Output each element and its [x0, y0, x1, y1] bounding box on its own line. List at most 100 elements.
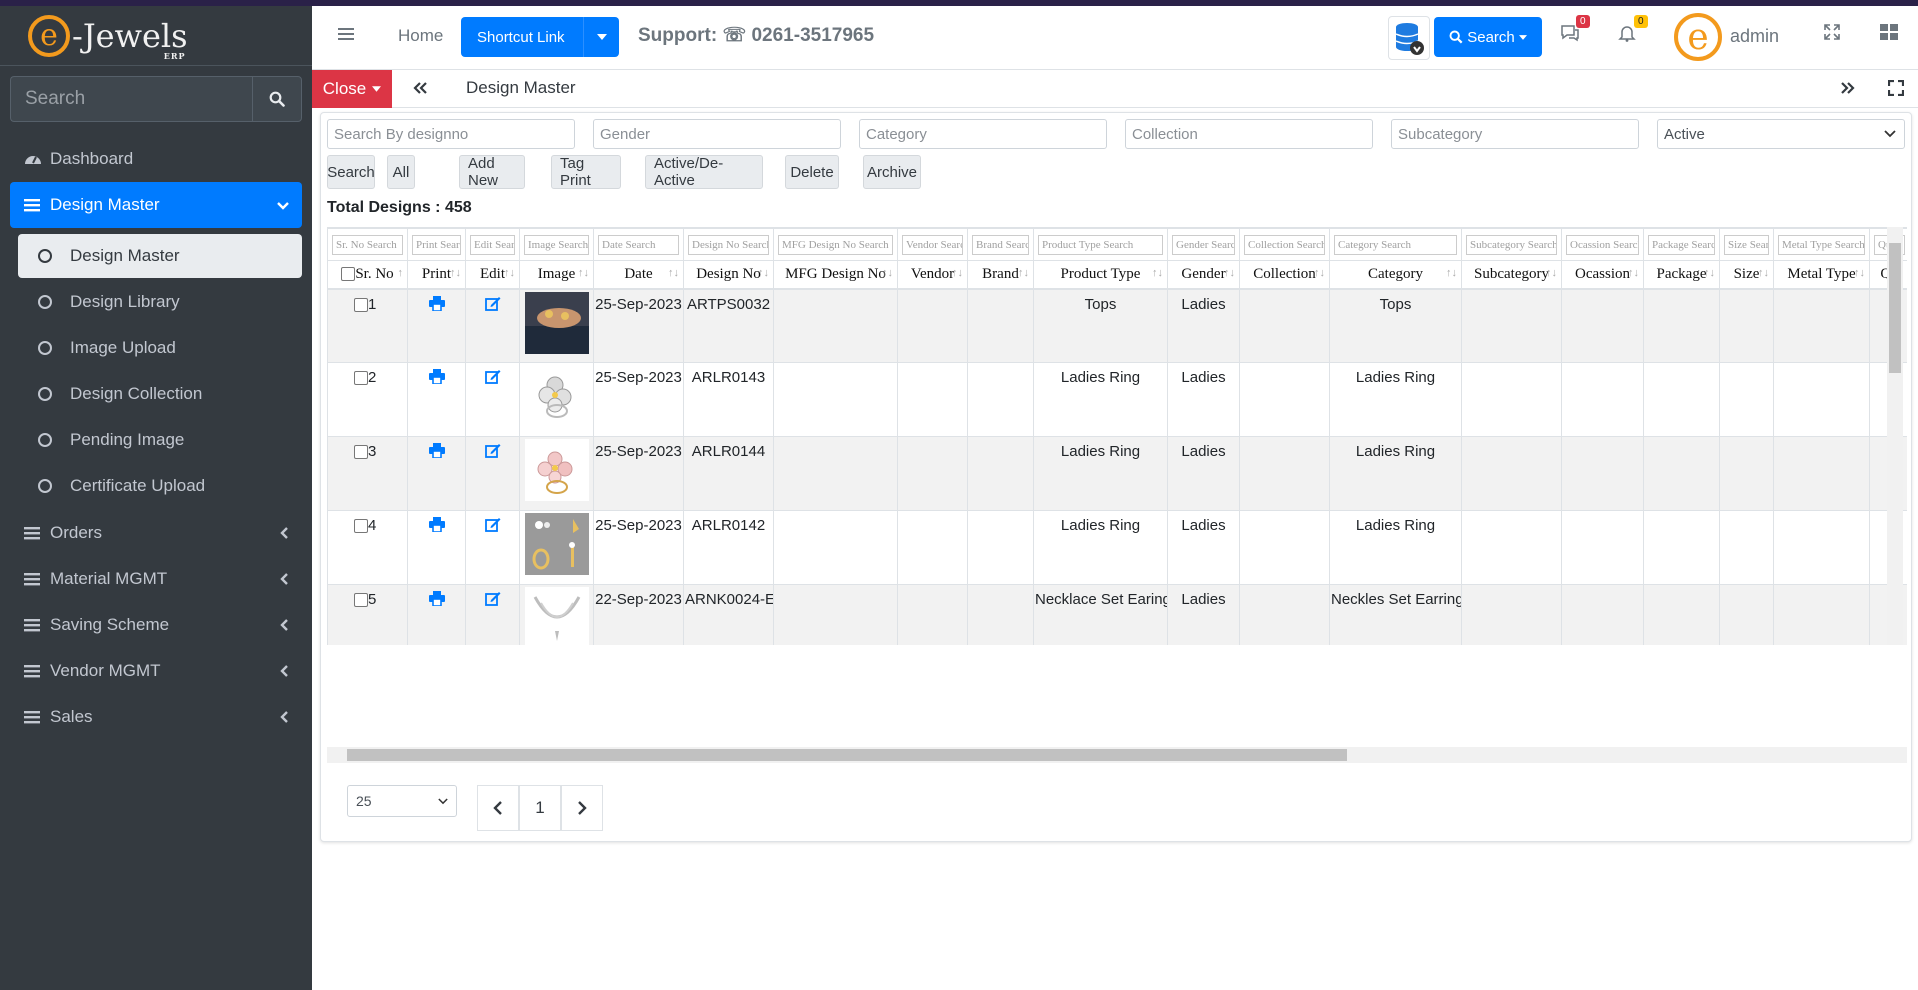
- shortcut-link-button[interactable]: Shortcut Link: [461, 17, 619, 57]
- column-search-input[interactable]: Brand Search: [972, 234, 1029, 255]
- column-header[interactable]: Print ↑↓: [407, 260, 466, 290]
- column-search-input[interactable]: Size Search: [1724, 234, 1769, 255]
- sidebar-search-input[interactable]: Search: [10, 76, 252, 122]
- designno-search-input[interactable]: Search By designno: [327, 119, 575, 149]
- brand-logo[interactable]: e -Jewels ERP: [0, 6, 312, 66]
- apps-grid-icon[interactable]: [1880, 24, 1898, 44]
- design-thumbnail-image[interactable]: [524, 291, 589, 354]
- column-header[interactable]: MFG Design No ↑↓: [773, 260, 898, 290]
- submenu-item-design-master[interactable]: Design Master: [18, 234, 302, 278]
- print-icon[interactable]: [428, 517, 445, 533]
- hamburger-menu-icon[interactable]: [338, 26, 354, 46]
- global-search-button[interactable]: Search: [1434, 17, 1542, 57]
- sort-icon[interactable]: ↑↓: [1224, 267, 1235, 279]
- user-avatar[interactable]: e: [1674, 13, 1722, 61]
- sort-icon[interactable]: ↑↓: [668, 267, 679, 279]
- submenu-item-pending-image[interactable]: Pending Image: [18, 418, 302, 462]
- status-select[interactable]: Active: [1657, 119, 1905, 149]
- column-header[interactable]: Metal Type ↑↓: [1773, 260, 1870, 290]
- sort-icon[interactable]: ↑↓: [1546, 267, 1557, 279]
- column-search-input[interactable]: Edit Search: [470, 234, 515, 255]
- column-search-input[interactable]: Gender Search: [1172, 234, 1235, 255]
- table-row[interactable]: 4 25-Sep-2023 ARLR0142 Ladies Ring Ladies Lad…: [327, 510, 1907, 585]
- sort-icon[interactable]: ↑↓: [1018, 267, 1029, 279]
- column-header[interactable]: Design No ↑↓: [683, 260, 774, 290]
- search-button[interactable]: Search: [327, 155, 375, 189]
- subcategory-filter-input[interactable]: Subcategory: [1391, 119, 1639, 149]
- sort-icon[interactable]: ↑↓: [882, 267, 893, 279]
- sidebar-search-button[interactable]: [252, 76, 302, 122]
- print-icon[interactable]: [428, 369, 445, 385]
- column-search-input[interactable]: Sr. No Search: [332, 234, 403, 255]
- column-search-input[interactable]: Category Search: [1334, 234, 1457, 255]
- column-header[interactable]: Sr. No ↑: [327, 260, 408, 290]
- sort-icon[interactable]: ↑↓: [578, 267, 589, 279]
- edit-icon[interactable]: [484, 296, 501, 311]
- submenu-item-design-library[interactable]: Design Library: [18, 280, 302, 324]
- column-header[interactable]: Subcategory ↑↓: [1461, 260, 1562, 290]
- print-icon[interactable]: [428, 591, 445, 607]
- sidebar-item-vendor-mgmt[interactable]: Vendor MGMT: [0, 648, 312, 694]
- collection-filter-input[interactable]: Collection: [1125, 119, 1373, 149]
- sort-icon[interactable]: ↑↓: [1854, 267, 1865, 279]
- sort-icon[interactable]: ↑↓: [758, 267, 769, 279]
- column-search-input[interactable]: Package Search: [1648, 234, 1715, 255]
- row-checkbox[interactable]: [354, 445, 368, 460]
- column-search-input[interactable]: Ocassion Search: [1566, 234, 1639, 255]
- sidebar-item-design-master[interactable]: Design Master: [10, 182, 302, 228]
- column-header[interactable]: Category ↑↓: [1329, 260, 1462, 290]
- column-header[interactable]: Date ↑↓: [593, 260, 684, 290]
- sort-icon[interactable]: ↑↓: [1446, 267, 1457, 279]
- user-name[interactable]: admin: [1730, 26, 1779, 47]
- vertical-scroll-thumb[interactable]: [1889, 243, 1901, 373]
- caret-down-icon[interactable]: [583, 17, 619, 57]
- column-header[interactable]: Product Type ↑↓: [1033, 260, 1168, 290]
- home-link[interactable]: Home: [398, 26, 443, 46]
- horizontal-scroll-thumb[interactable]: [347, 749, 1347, 761]
- design-thumbnail-image[interactable]: [524, 513, 589, 575]
- edit-icon[interactable]: [484, 369, 501, 384]
- table-row[interactable]: 3 25-Sep-2023 ARLR0144 Ladies Ring Ladies Lad…: [327, 436, 1907, 511]
- submenu-item-image-upload[interactable]: Image Upload: [18, 326, 302, 370]
- table-row[interactable]: 1 25-Sep-2023 ARTPS0032 Tops Ladies Tops: [327, 288, 1907, 363]
- table-row[interactable]: 2 25-Sep-2023 ARLR0143 Ladies Ring Ladies Lad…: [327, 362, 1907, 437]
- sort-icon[interactable]: ↑↓: [504, 267, 515, 279]
- design-thumbnail-image[interactable]: [524, 439, 589, 501]
- column-search-input[interactable]: Metal Type Search: [1778, 234, 1865, 255]
- column-header[interactable]: Vendor ↑↓: [897, 260, 968, 290]
- row-checkbox[interactable]: [354, 593, 368, 608]
- page-title[interactable]: Design Master: [466, 78, 576, 98]
- table-vertical-scrollbar[interactable]: [1887, 227, 1903, 645]
- column-search-input[interactable]: Image Search: [524, 234, 589, 255]
- edit-icon[interactable]: [484, 517, 501, 532]
- notifications-bell-icon[interactable]: [1618, 24, 1636, 46]
- sidebar-item-orders[interactable]: Orders: [0, 510, 312, 556]
- close-button[interactable]: Close: [312, 70, 392, 108]
- previous-page-button[interactable]: [477, 785, 519, 831]
- add-new-button[interactable]: Add New: [459, 155, 525, 189]
- column-search-input[interactable]: Design No Search: [688, 234, 769, 255]
- column-header[interactable]: Ocassion ↑↓: [1561, 260, 1644, 290]
- column-search-input[interactable]: Print Search: [412, 234, 461, 255]
- sort-icon[interactable]: ↑↓: [1758, 267, 1769, 279]
- sort-icon[interactable]: ↑: [398, 267, 404, 279]
- edit-icon[interactable]: [484, 591, 501, 606]
- page-size-select[interactable]: 25: [347, 785, 457, 817]
- column-header[interactable]: Edit ↑↓: [465, 260, 520, 290]
- column-header[interactable]: Package ↑↓: [1643, 260, 1720, 290]
- column-header[interactable]: Collection ↑↓: [1239, 260, 1330, 290]
- sidebar-item-sales[interactable]: Sales: [0, 694, 312, 740]
- column-header[interactable]: Image ↑↓: [519, 260, 594, 290]
- sort-icon[interactable]: ↑↓: [1314, 267, 1325, 279]
- table-horizontal-scrollbar[interactable]: [327, 747, 1907, 763]
- column-search-input[interactable]: MFG Design No Search: [778, 234, 893, 255]
- column-search-input[interactable]: Collection Search: [1244, 234, 1325, 255]
- active-deactive-button[interactable]: Active/De-Active: [645, 155, 763, 189]
- sidebar-item-saving-scheme[interactable]: Saving Scheme: [0, 602, 312, 648]
- column-header[interactable]: Brand ↑↓: [967, 260, 1034, 290]
- column-search-input[interactable]: Product Type Search: [1038, 234, 1163, 255]
- designs-table-container[interactable]: Sr. No SearchPrint SearchEdit SearchImag…: [327, 227, 1907, 645]
- column-search-input[interactable]: Date Search: [598, 234, 679, 255]
- sort-icon[interactable]: ↑↓: [450, 267, 461, 279]
- archive-button[interactable]: Archive: [863, 155, 921, 189]
